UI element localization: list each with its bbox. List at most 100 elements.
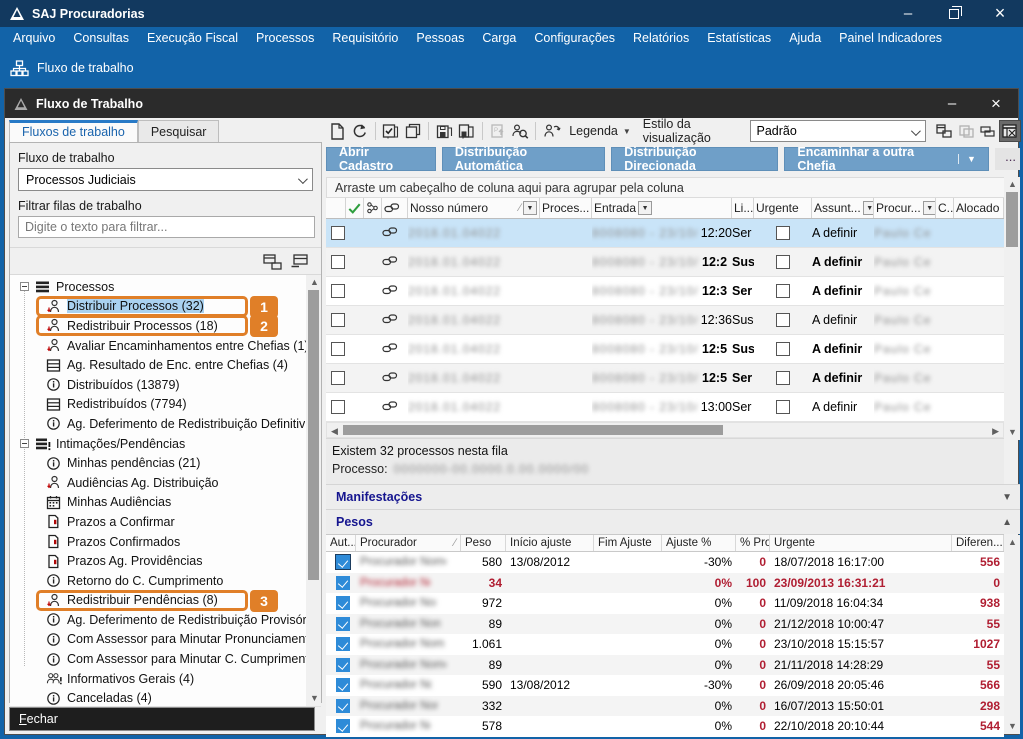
search-person-icon[interactable]	[511, 121, 529, 141]
pesos-row[interactable]: Procurador Nome890%021/11/2018 14:28:295…	[326, 655, 1004, 676]
org-column-header[interactable]	[364, 198, 382, 218]
row-checkbox[interactable]	[331, 226, 345, 240]
layout-side-by-side-icon[interactable]	[934, 121, 954, 141]
tree-item[interactable]: Minhas pendências (21)	[10, 453, 306, 473]
table-row[interactable]: 2018.01.0402258008080 - 23/10/2018 12:20…	[326, 219, 1004, 248]
dialog-close-button[interactable]: ×	[974, 89, 1018, 118]
scroll-down-icon[interactable]: ▼	[310, 694, 319, 703]
column-header-entrada[interactable]: Entrada▼	[592, 198, 732, 218]
aut-checkbox[interactable]	[336, 637, 350, 651]
new-document-icon[interactable]	[328, 121, 346, 141]
refresh-icon[interactable]	[350, 121, 368, 141]
legenda-dropdown[interactable]: Legenda▼	[565, 124, 635, 138]
tree-item[interactable]: Processos	[10, 277, 306, 297]
table-row[interactable]: 2018.01.0402258008080 - 23/10/2018 12:2S…	[326, 248, 1004, 277]
pesos-column-header-inicio-ajuste[interactable]: Início ajuste	[506, 535, 594, 551]
grid-scroll-thumb[interactable]	[1006, 192, 1018, 247]
pesos-row[interactable]: Procurador Nome9720%011/09/2018 16:04:34…	[326, 593, 1004, 614]
column-header-c[interactable]: C...	[936, 198, 954, 218]
menu-item-configura-es[interactable]: Configurações	[525, 29, 624, 47]
tab-pesquisar[interactable]: Pesquisar	[138, 120, 220, 144]
tree-item[interactable]: Redistribuídos (7794)	[10, 395, 306, 415]
dialog-minimize-button[interactable]: –	[930, 89, 974, 118]
tree-item[interactable]: Prazos Confirmados	[10, 532, 306, 552]
column-header-procurador[interactable]: Procur...▼	[874, 198, 936, 218]
urgente-checkbox[interactable]	[776, 226, 790, 240]
collapse-all-icon[interactable]	[291, 254, 311, 270]
aut-checkbox[interactable]	[336, 658, 350, 672]
aut-checkbox[interactable]	[336, 617, 350, 631]
table-row[interactable]: 2018.01.0402258008080 - 23/10/2018 12:36…	[326, 306, 1004, 335]
row-checkbox[interactable]	[331, 255, 345, 269]
scroll-right-icon[interactable]: ▶	[992, 427, 999, 436]
save-multiple-icon[interactable]	[457, 121, 475, 141]
encaminhar-outra-chefia-button[interactable]: Encaminhar a outra Chefia▼	[784, 147, 989, 171]
tree-item[interactable]: Minhas Audiências	[10, 493, 306, 513]
urgente-checkbox[interactable]	[776, 371, 790, 385]
filter-dropdown-icon[interactable]: ▼	[523, 201, 537, 215]
distribuicao-direcionada-button[interactable]: Distribuição Direcionada	[611, 147, 778, 171]
close-button[interactable]: ×	[977, 0, 1023, 27]
distribuicao-automatica-button[interactable]: Distribuição Automática	[442, 147, 605, 171]
tree-item[interactable]: Intimações/Pendências	[10, 434, 306, 454]
scroll-left-icon[interactable]: ◀	[331, 427, 338, 436]
menu-item-requisit-rio[interactable]: Requisitório	[323, 29, 407, 47]
pesos-row[interactable]: Procurador Nome890%021/12/2018 10:00:475…	[326, 614, 1004, 635]
tree-item[interactable]: Ag. Deferimento de Redistribuição Defini…	[10, 414, 306, 434]
column-header-nosso-numero[interactable]: Nosso número∕▼	[408, 198, 540, 218]
table-row[interactable]: 2018.01.0402258008080 - 23/10/2018 12:3S…	[326, 277, 1004, 306]
tree-item[interactable]: Informativos Gerais (4)	[10, 669, 306, 689]
filter-dropdown-icon[interactable]: ▼	[923, 201, 936, 215]
urgente-checkbox[interactable]	[776, 400, 790, 414]
tree-expand-toggle[interactable]	[20, 439, 29, 448]
more-options-button[interactable]: ...	[995, 148, 1020, 170]
row-checkbox[interactable]	[331, 284, 345, 298]
tree-item[interactable]: Ag. Deferimento de Redistribuição Provis…	[10, 610, 306, 630]
copy-pages-icon[interactable]	[404, 121, 422, 141]
menu-item-processos[interactable]: Processos	[247, 29, 323, 47]
pesos-row[interactable]: Procurador Nome3320%016/07/2013 15:50:01…	[326, 696, 1004, 717]
row-checkbox[interactable]	[331, 313, 345, 327]
menu-item-estat-sticas[interactable]: Estatísticas	[698, 29, 780, 47]
tree-item[interactable]: Redistribuir Processos (18)2	[10, 316, 306, 336]
minimize-button[interactable]: –	[885, 0, 931, 27]
pesos-row[interactable]: Procurador Nome59013/08/2012-30%026/09/2…	[326, 675, 1004, 696]
layout-cascade-icon[interactable]	[956, 121, 976, 141]
pesos-column-header-diferenca[interactable]: Diferen...	[952, 535, 1004, 551]
flow-combobox[interactable]: Processos Judiciais	[18, 168, 313, 191]
chevron-up-icon[interactable]: ▲	[1002, 517, 1012, 528]
layout-active-view-icon[interactable]	[1000, 121, 1020, 141]
column-header-processo[interactable]: Proces...▼	[540, 198, 592, 218]
table-row[interactable]: 2018.01.0402258008080 - 23/10/2018 13:00…	[326, 393, 1004, 422]
menu-item-pessoas[interactable]: Pessoas	[407, 29, 473, 47]
tree-item[interactable]: Redistribuir Pendências (8)3	[10, 591, 306, 611]
scroll-up-icon[interactable]: ▲	[1008, 180, 1017, 189]
tree-item[interactable]: Prazos a Confirmar	[10, 512, 306, 532]
tree-item[interactable]: Ag. Resultado de Enc. entre Chefias (4)	[10, 355, 306, 375]
pesos-row[interactable]: Procurador Nome5780%022/10/2018 20:10:44…	[326, 716, 1004, 737]
tree-item[interactable]: Distribuídos (13879)	[10, 375, 306, 395]
pesos-column-header-peso[interactable]: Peso	[461, 535, 506, 551]
filter-input[interactable]: Digite o texto para filtrar...	[18, 216, 315, 238]
workflow-toolbar-button[interactable]: Fluxo de trabalho	[0, 54, 146, 83]
tree-item[interactable]: Prazos Ag. Providências	[10, 551, 306, 571]
row-checkbox[interactable]	[331, 342, 345, 356]
menu-item-painel-indicadores[interactable]: Painel Indicadores	[830, 29, 951, 47]
link-column-header[interactable]	[382, 198, 408, 218]
scroll-up-icon[interactable]: ▲	[310, 278, 319, 287]
tree-item[interactable]: Audiências Ag. Distribuição	[10, 473, 306, 493]
scroll-up-icon[interactable]: ▲	[1008, 538, 1017, 547]
page-checked-icon[interactable]	[382, 121, 400, 141]
table-row[interactable]: 2018.01.0402258008080 - 23/10/2018 12:5S…	[326, 335, 1004, 364]
row-checkbox[interactable]	[331, 371, 345, 385]
urgente-checkbox[interactable]	[776, 284, 790, 298]
menu-item-execu-o-fiscal[interactable]: Execução Fiscal	[138, 29, 247, 47]
aut-checkbox[interactable]	[336, 699, 350, 713]
urgente-checkbox[interactable]	[776, 255, 790, 269]
chevron-down-icon[interactable]: ▼	[1002, 492, 1012, 503]
checkmark-column-header[interactable]	[346, 198, 364, 218]
urgente-checkbox[interactable]	[776, 342, 790, 356]
pesos-column-header-ajuste-pct[interactable]: Ajuste %	[662, 535, 736, 551]
pesos-row[interactable]: Procurador Nome340%10023/09/2013 16:31:2…	[326, 573, 1004, 594]
menu-item-relat-rios[interactable]: Relatórios	[624, 29, 698, 47]
